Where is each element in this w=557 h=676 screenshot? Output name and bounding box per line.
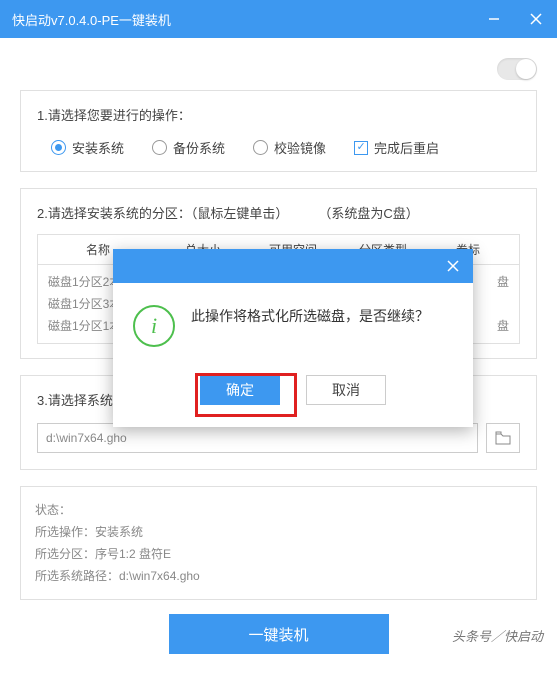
close-button[interactable] — [515, 0, 557, 38]
dialog-message: 此操作将格式化所选磁盘，是否继续？ — [191, 305, 429, 327]
section2-note: （系统盘为C盘） — [318, 203, 418, 222]
radio-label: 备份系统 — [173, 138, 225, 157]
mode-toggle[interactable] — [497, 58, 537, 80]
dialog-titlebar — [113, 249, 473, 283]
radio-label: 安装系统 — [72, 138, 124, 157]
dialog-close-button[interactable] — [433, 249, 473, 283]
folder-icon — [495, 431, 511, 445]
info-icon: i — [133, 305, 175, 347]
status-line: 所选系统路径：d:\win7x64.gho — [35, 565, 522, 587]
status-line: 状态： — [35, 499, 522, 521]
checkbox-reboot[interactable]: 完成后重启 — [354, 138, 439, 157]
ok-button[interactable]: 确定 — [200, 375, 280, 405]
close-icon — [446, 259, 460, 273]
radio-backup[interactable]: 备份系统 — [152, 138, 225, 157]
section2-heading: 2.请选择安装系统的分区：（鼠标左键单击） — [37, 203, 288, 222]
radio-verify[interactable]: 校验镜像 — [253, 138, 326, 157]
image-path-input[interactable] — [37, 423, 478, 453]
radio-install[interactable]: 安装系统 — [51, 138, 124, 157]
cancel-button[interactable]: 取消 — [306, 375, 386, 405]
checkbox-label: 完成后重启 — [374, 138, 439, 157]
section1-heading: 1.请选择您要进行的操作： — [37, 105, 520, 124]
radio-label: 校验镜像 — [274, 138, 326, 157]
titlebar: 快启动v7.0.4.0-PE一键装机 — [0, 0, 557, 38]
confirm-dialog: i 此操作将格式化所选磁盘，是否继续？ 确定 取消 — [113, 249, 473, 427]
operation-panel: 1.请选择您要进行的操作： 安装系统 备份系统 校验镜像 完成后重启 — [20, 90, 537, 172]
status-panel: 状态： 所选操作：安装系统 所选分区：序号1:2 盘符E 所选系统路径：d:\w… — [20, 486, 537, 600]
install-button[interactable]: 一键装机 — [169, 614, 389, 654]
minimize-button[interactable] — [473, 0, 515, 38]
app-title: 快启动v7.0.4.0-PE一键装机 — [12, 10, 171, 29]
browse-button[interactable] — [486, 423, 520, 453]
status-line: 所选分区：序号1:2 盘符E — [35, 543, 522, 565]
window-controls — [473, 0, 557, 38]
watermark: 头条号／快启动 — [452, 626, 543, 645]
status-line: 所选操作：安装系统 — [35, 521, 522, 543]
